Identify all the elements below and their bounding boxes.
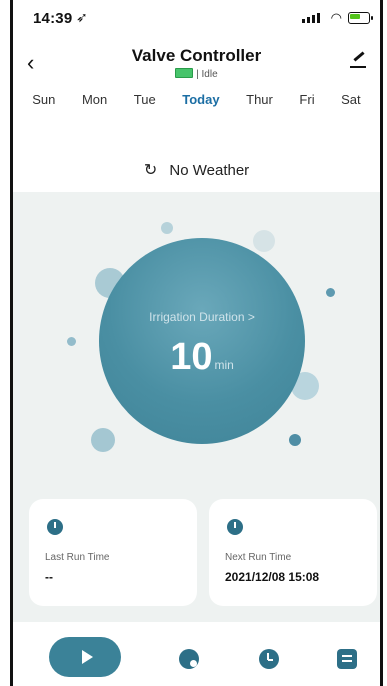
edit-icon — [353, 51, 365, 62]
last-run-value: -- — [45, 570, 53, 584]
day-tue[interactable]: Tue — [130, 90, 160, 114]
device-battery-icon — [175, 68, 194, 78]
water-drop-icon[interactable] — [179, 649, 199, 669]
next-run-label: Next Run Time — [225, 552, 292, 563]
bottom-nav — [13, 622, 380, 686]
play-button[interactable] — [49, 637, 121, 677]
day-sat[interactable]: Sat — [337, 90, 365, 114]
decor-bubble — [67, 337, 76, 346]
edit-button[interactable] — [350, 51, 366, 68]
irrigation-duration-circle[interactable]: Irrigation Duration > 10 min — [99, 238, 305, 444]
next-run-value: 2021/12/08 15:08 — [225, 570, 320, 584]
day-today[interactable]: Today — [178, 90, 223, 114]
page-title: Valve Controller — [131, 46, 262, 65]
status-bar: 14:39 ➶ ◠ — [13, 0, 380, 38]
signal-icon — [302, 13, 320, 23]
weather-status[interactable]: ↻ No Weather — [13, 160, 380, 180]
last-run-card: Last Run Time -- — [29, 499, 197, 606]
irrigation-duration-value: 10 min — [99, 336, 305, 379]
clock-right-icon — [227, 519, 243, 535]
refresh-icon: ↻ — [143, 162, 158, 179]
device-status: | Idle — [13, 68, 380, 80]
header: ‹ Valve Controller | Idle — [13, 38, 380, 86]
weather-text: No Weather — [169, 162, 250, 179]
day-selector: Sun Mon Tue Today Thur Fri Sat — [13, 90, 380, 114]
decor-bubble — [326, 288, 335, 297]
alarm-clock-icon[interactable] — [259, 649, 279, 669]
decor-bubble — [91, 428, 115, 452]
status-text: Idle — [201, 69, 218, 80]
last-run-label: Last Run Time — [45, 552, 110, 563]
day-fri[interactable]: Fri — [295, 90, 318, 114]
day-mon[interactable]: Mon — [78, 90, 111, 114]
clock-left-icon — [47, 519, 63, 535]
day-thur[interactable]: Thur — [242, 90, 277, 114]
decor-bubble — [161, 222, 173, 234]
status-time: 14:39 — [33, 10, 73, 27]
wifi-icon: ◠ — [330, 10, 342, 25]
decor-bubble — [253, 230, 275, 252]
next-run-card: Next Run Time 2021/12/08 15:08 — [209, 499, 377, 606]
decor-bubble — [289, 434, 301, 446]
irrigation-duration-label: Irrigation Duration > — [149, 310, 255, 324]
day-sun[interactable]: Sun — [28, 90, 59, 114]
play-icon — [82, 650, 93, 664]
main-panel: Irrigation Duration > 10 min Last Run Tim… — [13, 192, 380, 622]
location-arrow-icon: ➶ — [76, 9, 88, 25]
battery-icon — [348, 12, 373, 24]
phone-frame: 14:39 ➶ ◠ ‹ Valve Controller | Idle Sun … — [10, 0, 383, 686]
list-icon[interactable] — [337, 649, 357, 669]
duration-unit: min — [214, 358, 234, 372]
duration-number: 10 — [170, 336, 213, 378]
